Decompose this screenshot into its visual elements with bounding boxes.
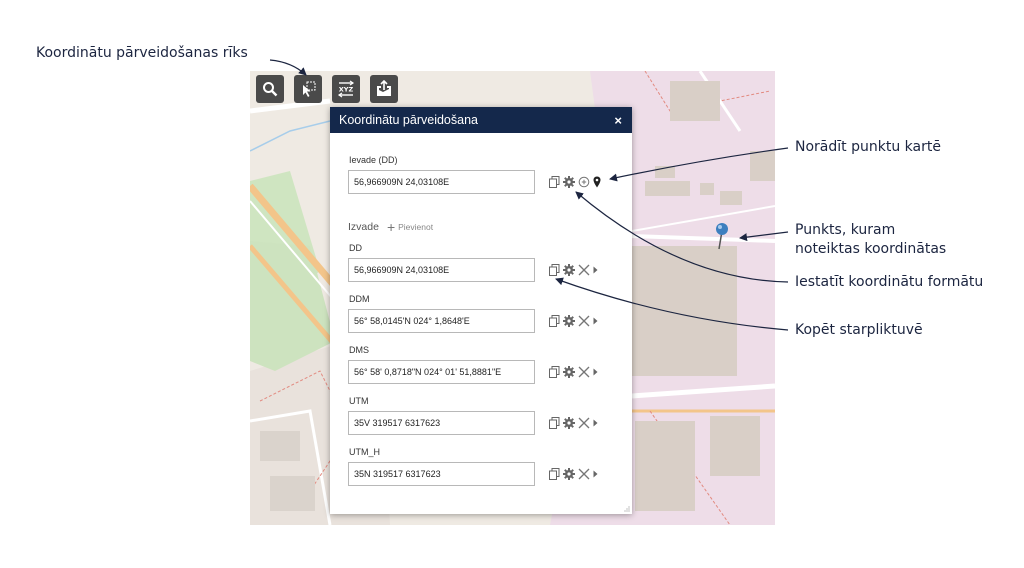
annotation-point-line1: Punkts, kuram	[795, 222, 896, 238]
format-settings-button[interactable]	[563, 417, 575, 429]
output-coordinate-field[interactable]: 56,966909N 24,03108E	[348, 258, 535, 282]
select-cursor-icon	[303, 81, 316, 97]
output-format-label: UTM_H	[349, 447, 380, 457]
add-output-label: Pievienot	[398, 222, 434, 232]
format-settings-button[interactable]	[563, 366, 575, 378]
chevron-right-icon	[593, 317, 598, 325]
annotation-point-on-map: Norādīt punktu kartē	[795, 139, 941, 155]
remove-output-button[interactable]	[578, 468, 590, 480]
chevron-right-icon	[593, 419, 598, 427]
gear-icon	[563, 366, 575, 378]
chevron-right-icon	[593, 368, 598, 376]
gear-icon	[563, 315, 575, 327]
map-export-icon	[377, 80, 391, 96]
copy-button[interactable]	[549, 315, 560, 327]
panel-title: Koordinātu pārveidošana	[339, 113, 478, 127]
remove-output-button[interactable]	[578, 264, 590, 276]
output-actions	[549, 365, 601, 379]
output-actions	[549, 314, 601, 328]
output-actions	[549, 467, 601, 481]
output-actions	[549, 416, 601, 430]
output-coordinate-field[interactable]: 56° 58,0145'N 024° 1,8648'E	[348, 309, 535, 333]
copy-button[interactable]	[549, 176, 560, 188]
gear-icon	[563, 468, 575, 480]
annotation-point-line2: noteiktas koordinātas	[795, 241, 947, 257]
format-settings-button[interactable]	[563, 264, 575, 276]
remove-output-button[interactable]	[578, 315, 590, 327]
format-settings-button[interactable]	[563, 315, 575, 327]
close-icon	[578, 315, 590, 327]
gear-icon	[563, 176, 575, 188]
annotation-copy: Kopēt starpliktuvē	[795, 322, 923, 338]
copy-button[interactable]	[549, 417, 560, 429]
close-icon	[578, 264, 590, 276]
output-actions	[549, 263, 601, 277]
output-format-label: DD	[349, 243, 362, 253]
expand-button[interactable]	[593, 419, 598, 427]
add-output-button[interactable]: + Pievienot	[386, 219, 434, 235]
xyz-convert-icon: XYZ	[337, 80, 355, 98]
coordinate-tool-button[interactable]	[294, 75, 322, 103]
svg-text:XYZ: XYZ	[339, 86, 354, 94]
chevron-right-icon	[593, 470, 598, 478]
copy-button[interactable]	[549, 366, 560, 378]
input-actions	[549, 175, 604, 189]
output-format-label: DDM	[349, 294, 370, 304]
copy-icon	[549, 468, 560, 480]
close-icon	[578, 417, 590, 429]
gear-icon	[563, 417, 575, 429]
xyz-transform-button[interactable]: XYZ	[332, 75, 360, 103]
expand-button[interactable]	[593, 317, 598, 325]
plus-icon: +	[386, 219, 396, 235]
annotation-tool: Koordinātu pārveidošanas rīks	[36, 45, 248, 61]
map-pin-icon	[593, 176, 601, 188]
pick-point-button[interactable]	[593, 176, 601, 188]
search-button[interactable]	[256, 75, 284, 103]
output-coordinate-field[interactable]: 35V 319517 6317623	[348, 411, 535, 435]
gear-icon	[563, 264, 575, 276]
output-coordinate-field[interactable]: 56° 58' 0,8718"N 024° 01' 51,8881"E	[348, 360, 535, 384]
input-coordinate-field[interactable]: 56,966909N 24,03108E	[348, 170, 535, 194]
chevron-right-icon	[593, 266, 598, 274]
coordinate-conversion-panel: Koordinātu pārveidošana × Ievade (DD) 56…	[330, 107, 632, 514]
resize-handle-icon[interactable]	[624, 506, 630, 512]
panel-header: Koordinātu pārveidošana ×	[330, 107, 632, 133]
close-icon	[578, 366, 590, 378]
zoom-to-button[interactable]	[578, 176, 590, 188]
format-settings-button[interactable]	[563, 468, 575, 480]
format-settings-button[interactable]	[563, 176, 575, 188]
output-label: Izvade	[348, 221, 379, 233]
close-button[interactable]: ×	[614, 113, 622, 128]
remove-output-button[interactable]	[578, 366, 590, 378]
copy-icon	[549, 264, 560, 276]
output-coordinate-field[interactable]: 35N 319517 6317623	[348, 462, 535, 486]
expand-button[interactable]	[593, 470, 598, 478]
output-format-label: DMS	[349, 345, 369, 355]
copy-icon	[549, 315, 560, 327]
close-icon	[578, 468, 590, 480]
output-format-label: UTM	[349, 396, 369, 406]
remove-output-button[interactable]	[578, 417, 590, 429]
input-label: Ievade (DD)	[349, 155, 398, 165]
search-icon	[263, 82, 278, 97]
copy-button[interactable]	[549, 264, 560, 276]
copy-button[interactable]	[549, 468, 560, 480]
zoom-in-icon	[578, 176, 590, 188]
expand-button[interactable]	[593, 266, 598, 274]
copy-icon	[549, 366, 560, 378]
expand-button[interactable]	[593, 368, 598, 376]
copy-icon	[549, 417, 560, 429]
output-header: Izvade + Pievienot	[348, 219, 434, 235]
annotation-set-format: Iestatīt koordinātu formātu	[795, 274, 984, 290]
copy-icon	[549, 176, 560, 188]
export-button[interactable]	[370, 75, 398, 103]
